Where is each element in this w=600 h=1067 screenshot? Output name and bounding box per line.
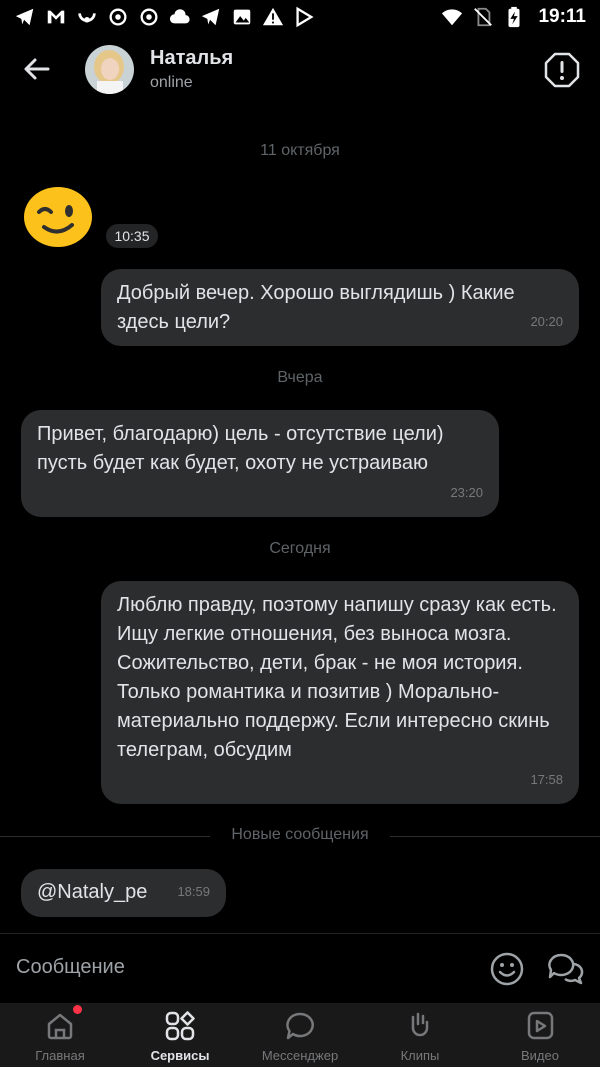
app-icon <box>140 8 158 26</box>
avatar[interactable] <box>85 45 134 94</box>
report-icon[interactable] <box>543 51 581 89</box>
contact-name[interactable]: Наталья <box>150 47 233 70</box>
image-icon <box>233 9 251 25</box>
nav-label: Мессенджер <box>261 1048 339 1063</box>
message-text: Добрый вечер. Хорошо выглядишь ) Какие з… <box>117 282 515 333</box>
message-text: Люблю правду, поэтому напишу сразу как е… <box>117 594 557 761</box>
clips-icon <box>411 1012 429 1037</box>
message-time: 10:35 <box>106 224 158 248</box>
video-icon <box>527 1011 554 1040</box>
battery-charging-icon <box>508 6 520 28</box>
messenger-icon <box>286 1012 314 1040</box>
message-input[interactable]: Сообщение <box>16 956 125 979</box>
chat-bubbles-icon[interactable] <box>546 951 584 987</box>
services-icon <box>165 1011 195 1041</box>
date-separator: 11 октября <box>260 142 340 159</box>
gmail-icon <box>47 10 65 24</box>
avatar-photo <box>85 45 134 94</box>
nav-item-messenger[interactable]: Мессенджер <box>240 1003 360 1067</box>
nav-label: Клипы <box>400 1048 440 1063</box>
nav-item-video[interactable]: Видео <box>480 1003 600 1067</box>
nav-item-services[interactable]: Сервисы <box>120 1003 240 1067</box>
wink-sticker[interactable] <box>22 185 94 249</box>
bottom-navigation: Главная Сервисы Мессенджер Клипы Видео <box>0 1003 600 1067</box>
message-time: 23:20 <box>450 485 483 500</box>
new-messages-divider: Новые сообщения <box>0 826 600 846</box>
nav-label: Сервисы <box>150 1048 210 1063</box>
telegram-icon <box>201 8 220 26</box>
incoming-message[interactable]: Привет, благодарю) цель - отсутствие цел… <box>21 410 499 517</box>
outgoing-message[interactable]: Добрый вечер. Хорошо выглядишь ) Какие з… <box>101 269 579 346</box>
message-text: Привет, благодарю) цель - отсутствие цел… <box>37 423 444 474</box>
outgoing-message[interactable]: Люблю правду, поэтому напишу сразу как е… <box>101 581 579 804</box>
back-arrow-icon[interactable] <box>20 52 54 86</box>
new-messages-label: Новые сообщения <box>231 826 369 843</box>
wifi-icon <box>442 9 463 26</box>
nav-item-home[interactable]: Главная <box>0 1003 120 1067</box>
play-icon <box>296 6 314 28</box>
date-separator: Сегодня <box>269 540 331 557</box>
telegram-icon <box>15 8 34 26</box>
app-icon <box>109 8 127 26</box>
contact-status: online <box>150 74 193 91</box>
emoji-icon[interactable] <box>489 951 525 987</box>
nav-label: Главная <box>35 1048 85 1063</box>
system-icons: 19:11 <box>441 6 586 28</box>
status-time: 19:11 <box>538 6 586 27</box>
incoming-message[interactable]: @Nataly_pe 18:59 <box>21 869 226 917</box>
message-time: 17:58 <box>530 772 563 787</box>
notification-dot <box>73 1005 82 1014</box>
smile-icon <box>78 13 96 23</box>
nav-item-clips[interactable]: Клипы <box>360 1003 480 1067</box>
warning-icon <box>262 7 284 26</box>
no-sim-icon <box>474 7 493 27</box>
cloud-icon <box>169 9 190 24</box>
nav-label: Видео <box>521 1048 559 1063</box>
notification-icons <box>14 6 315 28</box>
home-icon <box>47 1013 73 1040</box>
status-bar: 19:11 <box>0 0 600 34</box>
message-composer: Сообщение <box>0 933 600 1003</box>
message-time: 18:59 <box>177 884 210 899</box>
chat-header: Наталья online <box>0 34 600 106</box>
message-time: 20:20 <box>530 314 563 329</box>
date-separator: Вчера <box>277 369 323 386</box>
